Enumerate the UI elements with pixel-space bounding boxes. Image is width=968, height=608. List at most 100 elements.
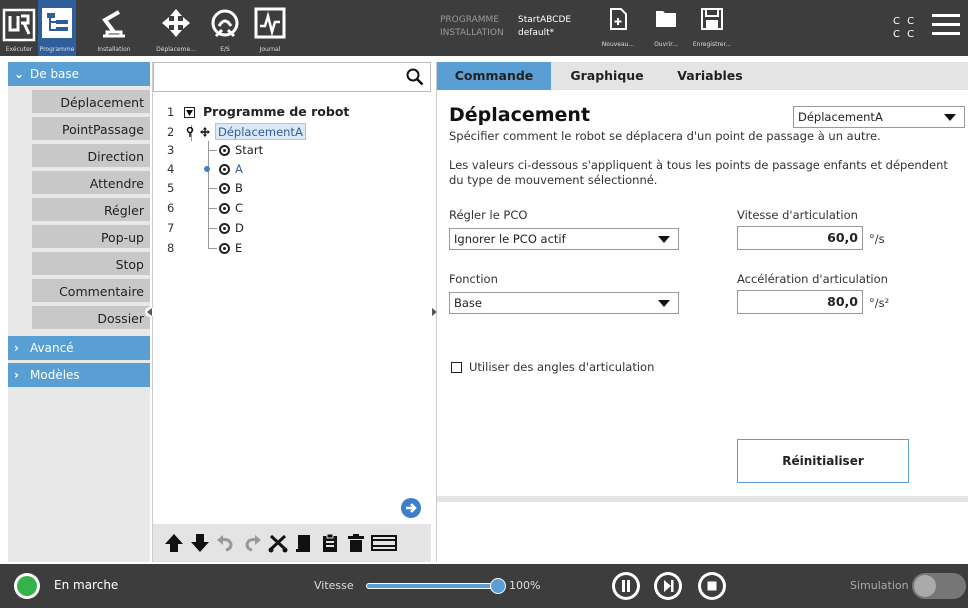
page-title: Déplacement [449, 104, 591, 126]
collapse-sidebar-icon[interactable] [145, 306, 155, 318]
save-file-label: Enregistrer... [692, 41, 732, 48]
move-select-dropdown[interactable]: DéplacementA [793, 106, 965, 128]
function-dropdown[interactable]: Base [449, 292, 679, 314]
nav-tab-io[interactable]: E/S [200, 0, 250, 56]
tree-label: B [235, 181, 243, 195]
copy-icon[interactable] [293, 532, 315, 554]
redo-icon[interactable] [241, 532, 263, 554]
tree-label: E [235, 241, 243, 255]
nav-tab-move[interactable]: Déplaceme... [152, 0, 200, 56]
reset-button[interactable]: Réinitialiser [737, 439, 909, 483]
chevron-down-icon [944, 114, 956, 121]
tree-row-a[interactable]: 4 A [153, 159, 431, 179]
new-file-icon [610, 8, 627, 30]
line-number: 6 [167, 201, 175, 215]
sidebar-item-waypoint[interactable]: PointPassage [32, 117, 150, 142]
joint-accel-input[interactable]: 80,0 [737, 290, 863, 314]
chevron-right-icon: › [14, 341, 19, 355]
tree-row-c[interactable]: 6 C [153, 198, 431, 218]
step-icon [657, 575, 679, 597]
new-file-button[interactable]: Nouveau... [594, 4, 642, 52]
program-name: StartABCDE [518, 15, 572, 25]
chevron-down-icon [658, 236, 670, 243]
nav-tab-program[interactable]: Programme [38, 0, 76, 56]
tree-toolbar [153, 524, 431, 562]
waypoint-icon [219, 223, 230, 234]
panel-tabs: Commande Graphique Variables [437, 62, 968, 90]
cc-indicator[interactable]: C C C C [893, 15, 916, 41]
sidebar-item-stop[interactable]: Stop [32, 252, 150, 277]
tab-variables[interactable]: Variables [665, 62, 755, 90]
tree-row-e[interactable]: 8 E [153, 238, 431, 258]
line-number: 4 [167, 162, 175, 176]
sidebar-category-templates[interactable]: › Modèles [8, 363, 150, 387]
program-info: PROGRAMME StartABCDE INSTALLATION default* [440, 14, 571, 40]
sidebar-item-comment[interactable]: Commentaire [32, 279, 150, 304]
undo-icon[interactable] [215, 532, 237, 554]
delete-icon[interactable] [345, 532, 367, 554]
stop-icon [701, 575, 723, 597]
waypoint-icon [219, 164, 230, 175]
paste-icon[interactable] [319, 532, 341, 554]
save-icon [701, 8, 723, 30]
panel-divider [437, 496, 968, 502]
move-up-icon[interactable] [163, 532, 185, 554]
line-number: 3 [167, 143, 175, 157]
joint-angles-checkbox[interactable] [451, 362, 462, 373]
speed-value: 100% [509, 579, 541, 592]
sidebar-category-basic[interactable]: ⌄ De base [8, 62, 150, 86]
waypoint-icon [219, 203, 230, 214]
simulation-toggle[interactable] [912, 573, 966, 599]
save-file-button[interactable]: Enregistrer... [688, 4, 736, 52]
cc-line: C C [893, 16, 917, 27]
pause-icon [615, 575, 637, 597]
pause-button[interactable] [612, 572, 640, 600]
sidebar-item-direction[interactable]: Direction [32, 144, 150, 169]
nav-tab-label: Déplaceme... [156, 46, 196, 53]
tab-graphics[interactable]: Graphique [557, 62, 657, 90]
tree-row-b[interactable]: 5 B [153, 178, 431, 198]
arrow-right-icon [406, 503, 417, 513]
pin-icon [186, 127, 194, 137]
speed-slider-handle[interactable] [490, 578, 506, 594]
nav-tab-installation[interactable]: Installation [76, 0, 152, 56]
nav-tab-run[interactable]: Exécuter [0, 0, 38, 56]
move-down-icon[interactable] [189, 532, 211, 554]
speed-slider-fill [367, 584, 499, 588]
sidebar-category-advanced[interactable]: › Avancé [8, 336, 150, 360]
tree-row-start[interactable]: 3 Start [153, 140, 431, 160]
tcp-label: Régler le PCO [449, 208, 528, 222]
sidebar-item-folder[interactable]: Dossier [32, 306, 150, 331]
log-chart-icon [254, 7, 286, 39]
line-number: 8 [167, 241, 175, 255]
hamburger-menu-icon[interactable] [932, 14, 960, 40]
sidebar-item-popup[interactable]: Pop-up [32, 225, 150, 250]
scissors-icon[interactable] [267, 532, 289, 554]
sidebar-item-set[interactable]: Régler [32, 198, 150, 223]
goto-arrow-button[interactable] [401, 498, 421, 518]
folder-icon [656, 11, 676, 27]
collapse-icon[interactable] [184, 107, 195, 118]
tree-search-bar[interactable] [153, 62, 431, 92]
description-text: Spécifier comment le robot se déplacera … [449, 129, 881, 143]
search-icon[interactable] [406, 68, 424, 86]
nav-tab-label: Installation [97, 46, 131, 53]
sidebar-item-wait[interactable]: Attendre [32, 171, 150, 196]
tree-row-program[interactable]: 1 Programme de robot [153, 102, 431, 122]
nav-tab-label: Journal [259, 46, 281, 53]
tab-command[interactable]: Commande [437, 62, 551, 90]
step-button[interactable] [654, 572, 682, 600]
power-status-icon[interactable] [14, 573, 40, 599]
suppress-icon[interactable] [371, 532, 397, 554]
speed-slider[interactable] [366, 583, 500, 589]
tcp-dropdown[interactable]: Ignorer le PCO actif [449, 228, 679, 250]
stop-button[interactable] [698, 572, 726, 600]
program-tree-icon [42, 8, 72, 38]
tree-row-d[interactable]: 7 D [153, 218, 431, 238]
tree-row-move-a[interactable]: 2 DéplacementA [153, 122, 431, 142]
nav-tab-log[interactable]: Journal [250, 0, 290, 56]
sidebar-item-move[interactable]: Déplacement [32, 90, 150, 115]
joint-speed-input[interactable]: 60,0 [737, 226, 863, 250]
joint-speed-label: Vitesse d'articulation [737, 208, 858, 222]
waypoint-icon [219, 183, 230, 194]
